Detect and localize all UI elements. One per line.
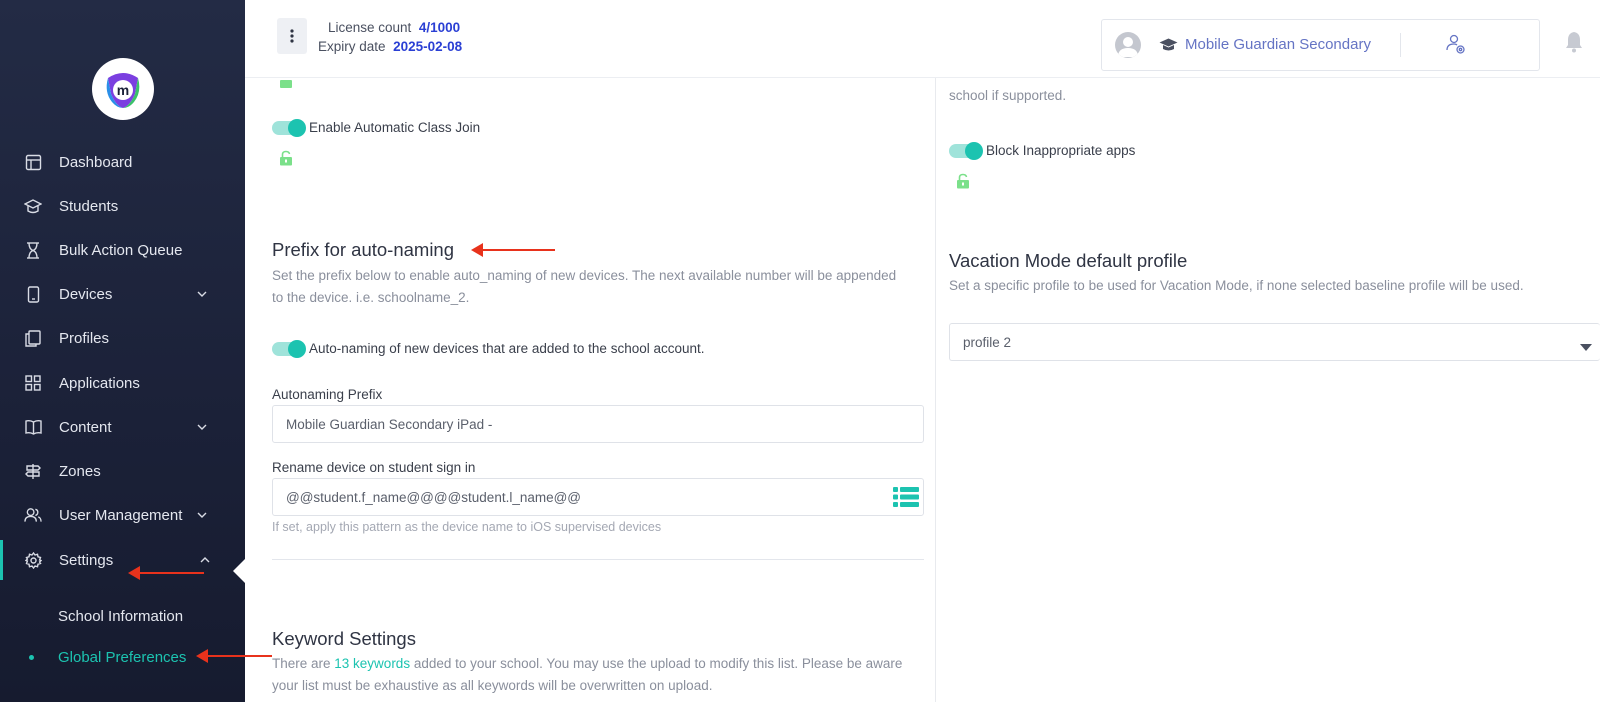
sidebar-item-dashboard[interactable]: Dashboard (0, 142, 245, 182)
list-picker-icon[interactable] (893, 486, 919, 511)
sidebar-item-label: Applications (59, 374, 140, 392)
expiry-label: Expiry date (318, 39, 386, 54)
hourglass-icon (24, 241, 42, 259)
mobile-guardian-logo[interactable]: m (92, 58, 154, 120)
prefix-auto-naming-title: Prefix for auto-naming (272, 239, 455, 260)
vertical-dots-icon (290, 29, 294, 43)
rename-device-label: Rename device on student sign in (272, 460, 476, 475)
sidebar-item-label: User Management (59, 506, 183, 524)
sidebar-item-label: Dashboard (59, 153, 133, 171)
keyword-description-line-2: your list must be exhaustive as all keyw… (272, 678, 713, 693)
svg-text:m: m (117, 82, 129, 98)
active-indicator-notch (233, 559, 245, 583)
gear-icon (24, 551, 42, 569)
vacation-profile-select[interactable]: profile 2 (949, 323, 1600, 361)
auto-naming-toggle[interactable] (272, 340, 306, 358)
graduation-cap-icon (1159, 38, 1178, 57)
caret-down-icon[interactable] (1580, 339, 1592, 354)
expiry-date: Expiry date 2025-02-08 (318, 39, 462, 54)
users-icon (24, 506, 42, 524)
vacation-mode-description: Set a specific profile to be used for Va… (949, 278, 1524, 293)
sidebar-item-label: Students (59, 197, 119, 215)
expiry-value: 2025-02-08 (393, 39, 463, 54)
sidebar-item-user-management[interactable]: User Management (0, 495, 245, 535)
sidebar-item-label: Settings (59, 551, 114, 569)
sidebar-item-devices[interactable]: Devices (0, 274, 245, 314)
sidebar-item-label: Profiles (59, 329, 110, 347)
autonaming-prefix-input[interactable]: Mobile Guardian Secondary iPad - (272, 405, 924, 443)
rename-device-value: @@student.f_name@@@@student.l_name@@ (286, 489, 582, 505)
more-options-button[interactable] (277, 18, 307, 54)
unlock-icon[interactable] (279, 76, 293, 92)
rename-device-input[interactable]: @@student.f_name@@@@student.l_name@@ (272, 478, 924, 516)
chevron-down-icon[interactable] (195, 508, 209, 522)
prefix-description-line-1: Set the prefix below to enable auto_nami… (272, 268, 897, 283)
avatar[interactable] (1115, 32, 1141, 58)
block-inappropriate-apps-label: Block Inappropriate apps (986, 143, 1136, 158)
unlock-icon[interactable] (279, 150, 293, 166)
keyword-desc-pre: There are (272, 656, 335, 671)
sidebar-subitem-global-preferences[interactable]: Global Preferences (58, 649, 186, 666)
prefix-description-line-2: to the device. i.e. schoolname_2. (272, 290, 470, 305)
sidebar-item-bulk-action-queue[interactable]: Bulk Action Queue (0, 230, 245, 270)
right-settings-column: school if supported. Block Inappropriate… (936, 78, 1600, 702)
profiles-icon (24, 329, 42, 347)
annotation-arrow (471, 243, 555, 257)
autonaming-prefix-label: Autonaming Prefix (272, 387, 383, 402)
sidebar: m Dashboard Students Bulk Action Queue D… (0, 0, 245, 702)
school-selector[interactable]: Mobile Guardian Secondary (1101, 19, 1540, 71)
partial-description: school if supported. (949, 88, 1067, 103)
keyword-desc-post: added to your school. You may use the up… (410, 656, 903, 671)
automatic-class-join-toggle[interactable] (272, 119, 306, 137)
sidebar-item-label: Bulk Action Queue (59, 241, 183, 259)
divider (1400, 33, 1401, 57)
license-label: License count (328, 20, 412, 35)
rename-device-hint: If set, apply this pattern as the device… (272, 520, 662, 534)
sidebar-item-profiles[interactable]: Profiles (0, 318, 245, 358)
sidebar-item-applications[interactable]: Applications (0, 363, 245, 403)
chevron-up-icon[interactable] (198, 553, 212, 567)
section-divider (272, 559, 924, 560)
chevron-down-icon[interactable] (195, 287, 209, 301)
block-inappropriate-apps-toggle[interactable] (949, 142, 983, 160)
annotation-arrow (128, 566, 204, 580)
sidebar-item-content[interactable]: Content (0, 407, 245, 447)
signpost-icon (24, 462, 42, 480)
vacation-profile-value: profile 2 (963, 334, 1012, 350)
sidebar-item-settings[interactable]: Settings (0, 540, 245, 580)
autonaming-prefix-value: Mobile Guardian Secondary iPad - (286, 416, 493, 432)
automatic-class-join-label: Enable Automatic Class Join (309, 120, 481, 135)
sidebar-item-zones[interactable]: Zones (0, 451, 245, 491)
sidebar-item-label: Content (59, 418, 112, 436)
vacation-mode-title: Vacation Mode default profile (949, 250, 1188, 271)
keyword-description-line-1: There are 13 keywords added to your scho… (272, 653, 902, 675)
sidebar-subitem-school-information[interactable]: School Information (58, 608, 183, 625)
chevron-down-icon[interactable] (195, 420, 209, 434)
unlock-icon[interactable] (956, 173, 970, 189)
graduation-cap-icon (24, 197, 42, 215)
keyword-settings-title: Keyword Settings (272, 628, 416, 649)
active-bullet (29, 655, 34, 660)
keywords-link[interactable]: 13 keywords (334, 656, 410, 671)
device-icon (24, 285, 42, 303)
annotation-arrow (196, 649, 272, 663)
license-count: License count 4/1000 (328, 20, 460, 35)
auto-naming-toggle-label: Auto-naming of new devices that are adde… (309, 341, 705, 356)
sidebar-item-label: Zones (59, 462, 101, 480)
apps-grid-icon (24, 374, 42, 392)
sidebar-item-label: Devices (59, 285, 113, 303)
dashboard-icon (24, 153, 42, 171)
left-settings-column: Enable Automatic Class Join Prefix for a… (258, 78, 935, 702)
license-value: 4/1000 (418, 20, 461, 35)
bell-icon[interactable] (1565, 31, 1583, 58)
user-settings-icon[interactable] (1446, 34, 1466, 61)
school-name: Mobile Guardian Secondary (1185, 36, 1371, 53)
top-header: License count 4/1000 Expiry date 2025-02… (245, 0, 1600, 78)
book-icon (24, 418, 42, 436)
sidebar-item-students[interactable]: Students (0, 186, 245, 226)
